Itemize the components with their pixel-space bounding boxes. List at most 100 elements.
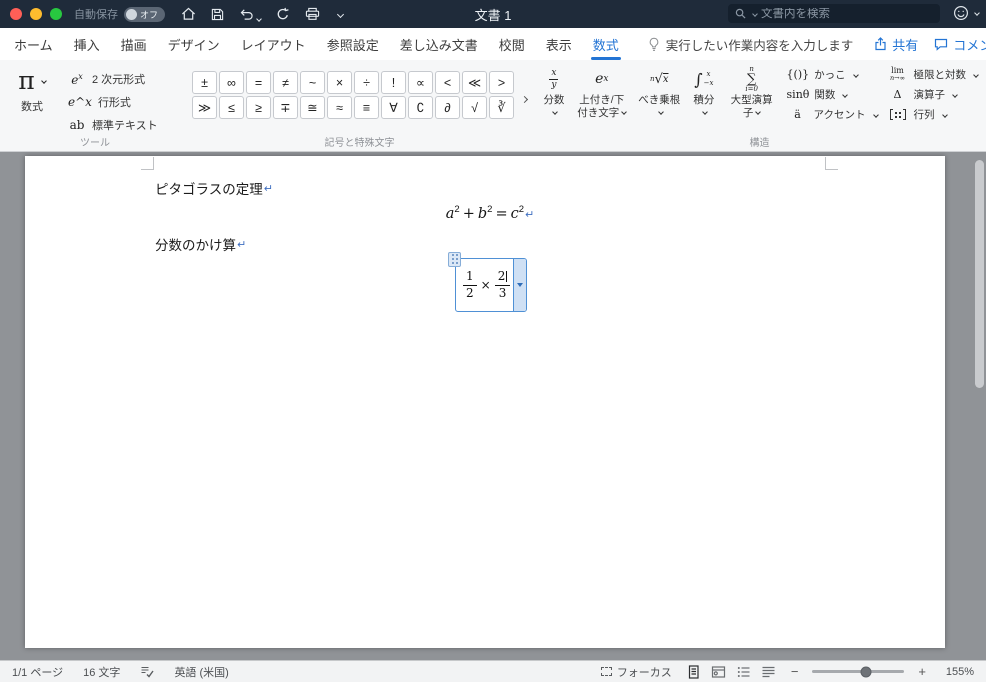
symbol-button[interactable]: ∂ — [435, 96, 460, 119]
zoom-slider[interactable] — [812, 666, 905, 677]
fullscreen-button[interactable] — [50, 8, 62, 20]
accent-button[interactable]: ä アクセント — [787, 106, 879, 123]
symbol-button[interactable]: ≅ — [300, 96, 325, 119]
word-count[interactable]: 16 文字 — [83, 664, 120, 680]
equation-options-dropdown[interactable] — [513, 259, 526, 311]
tab-draw[interactable]: 描画 — [121, 28, 147, 60]
operator-button[interactable]: Δ 演算子 — [887, 86, 979, 103]
symbol-button[interactable]: ± — [192, 71, 217, 94]
fraction-one-half[interactable]: 1 2 — [463, 269, 477, 301]
scrollbar-thumb[interactable] — [975, 160, 984, 388]
more-symbols-button[interactable] — [519, 91, 529, 109]
zoom-out-button[interactable]: − — [790, 665, 800, 678]
symbol-button[interactable]: < — [435, 71, 460, 94]
tab-design[interactable]: デザイン — [168, 28, 220, 60]
autosave-toggle[interactable]: オフ — [124, 6, 166, 22]
page[interactable]: ピタゴラスの定理 ↵ a2 + b2 = c2↵ 分数のかけ算 ↵ 1 2 × 2 3 — [25, 156, 945, 648]
tab-mailings[interactable]: 差し込み文書 — [400, 28, 478, 60]
limit-button[interactable]: lim n→∞ 極限と対数 — [887, 66, 979, 83]
equation-editor-box[interactable]: 1 2 × 2 3 = — [448, 252, 527, 312]
symbol-button[interactable]: × — [327, 71, 352, 94]
print-layout-view-button[interactable] — [685, 664, 702, 680]
heading-pythagoras[interactable]: ピタゴラスの定理 ↵ — [155, 178, 273, 198]
linear-format-button[interactable]: e^x 行形式 — [66, 93, 160, 111]
print-icon — [305, 7, 320, 21]
script-button[interactable]: ex 上付き/下付き文字 — [576, 64, 628, 137]
tab-equation[interactable]: 数式 — [590, 28, 621, 60]
large-operator-button[interactable]: n ∑ i=0 大型演算子 — [726, 64, 778, 137]
tab-review[interactable]: 校閲 — [499, 28, 525, 60]
redo-button[interactable] — [276, 7, 290, 21]
tab-view[interactable]: 表示 — [546, 28, 572, 60]
professional-format-button[interactable]: ex 2 次元形式 — [66, 70, 160, 88]
save-button[interactable] — [211, 8, 224, 21]
page-count[interactable]: 1/1 ページ — [12, 664, 63, 680]
symbol-button[interactable]: ∝ — [408, 71, 433, 94]
normal-text-button[interactable]: ab 標準テキスト — [66, 116, 160, 134]
margin-crop-mark — [141, 157, 154, 170]
home-button[interactable] — [181, 7, 196, 21]
outline-view-button[interactable] — [735, 664, 752, 680]
undo-button[interactable] — [239, 8, 262, 22]
bracket-button[interactable]: {()} かっこ — [787, 66, 878, 83]
symbol-button[interactable]: ∁ — [408, 96, 433, 119]
symbol-button[interactable]: ∛ — [489, 96, 514, 119]
symbol-button[interactable]: ! — [381, 71, 406, 94]
search-field[interactable] — [728, 4, 940, 23]
zoom-slider-thumb[interactable] — [860, 666, 872, 677]
feedback-button[interactable] — [953, 5, 980, 21]
symbol-button[interactable]: ~ — [300, 71, 325, 94]
draft-view-button[interactable] — [760, 664, 777, 680]
document-canvas[interactable]: ピタゴラスの定理 ↵ a2 + b2 = c2↵ 分数のかけ算 ↵ 1 2 × 2 3 — [0, 152, 986, 660]
symbol-button[interactable]: ≡ — [354, 96, 379, 119]
symbol-button[interactable]: ≪ — [462, 71, 487, 94]
symbol-button[interactable]: ≥ — [246, 96, 271, 119]
equation-insert-button[interactable]: π 数式 — [8, 67, 56, 137]
language-selector[interactable]: 英語 (米国) — [174, 664, 228, 680]
web-layout-view-button[interactable] — [710, 664, 727, 680]
integral-button[interactable]: ∫ x −x 積分 — [691, 64, 717, 137]
search-scope-chevron-icon[interactable] — [752, 10, 758, 17]
symbol-button[interactable]: ≠ — [273, 71, 298, 94]
grip-dots-icon — [451, 258, 454, 260]
times-operator[interactable]: × — [481, 278, 491, 292]
tab-references[interactable]: 参照設定 — [327, 28, 379, 60]
symbol-button[interactable]: ≈ — [327, 96, 352, 119]
symbol-button[interactable]: ∀ — [381, 96, 406, 119]
minimize-button[interactable] — [30, 8, 42, 20]
symbol-button[interactable]: √ — [462, 96, 487, 119]
search-input[interactable] — [761, 7, 933, 20]
symbol-button[interactable]: ÷ — [354, 71, 379, 94]
tell-me-box[interactable]: 実行したい作業内容を入力します — [648, 35, 853, 54]
spellcheck-button[interactable] — [140, 666, 155, 678]
tab-layout[interactable]: レイアウト — [241, 28, 306, 60]
tab-home[interactable]: ホーム — [14, 28, 53, 60]
symbol-button[interactable]: ∞ — [219, 71, 244, 94]
tab-insert[interactable]: 挿入 — [74, 28, 100, 60]
print-button[interactable] — [305, 7, 320, 21]
symbol-button[interactable]: > — [489, 71, 514, 94]
heading-fraction-multiplication[interactable]: 分数のかけ算 ↵ — [155, 234, 246, 254]
symbol-button[interactable]: = — [246, 71, 271, 94]
chevron-down-icon — [336, 10, 345, 18]
zoom-in-button[interactable]: + — [917, 665, 927, 678]
vertical-scrollbar[interactable] — [973, 158, 985, 654]
comments-button[interactable]: コメント — [934, 35, 986, 54]
symbol-button[interactable]: ≤ — [219, 96, 244, 119]
share-button[interactable]: 共有 — [874, 35, 918, 54]
toolbar-more-button[interactable] — [335, 10, 345, 18]
close-button[interactable] — [10, 8, 22, 20]
function-button[interactable]: sinθ 関数 — [787, 86, 878, 103]
radical-button[interactable]: n √ x べき乗根 — [637, 64, 682, 137]
symbol-button[interactable]: ≫ — [192, 96, 217, 119]
fraction-two-thirds[interactable]: 2 3 — [494, 269, 511, 301]
symbol-button[interactable]: ∓ — [273, 96, 298, 119]
fraction-button[interactable]: xy 分数 — [541, 64, 567, 137]
matrix-button[interactable]: 行列 — [887, 106, 979, 123]
equation-pythagoras[interactable]: a2 + b2 = c2↵ — [155, 205, 825, 222]
zoom-percentage[interactable]: 155% — [940, 666, 974, 678]
share-icon — [874, 37, 887, 51]
lightbulb-icon — [648, 37, 660, 52]
equation-handle[interactable] — [448, 252, 461, 267]
focus-button[interactable]: フォーカス — [600, 664, 672, 680]
